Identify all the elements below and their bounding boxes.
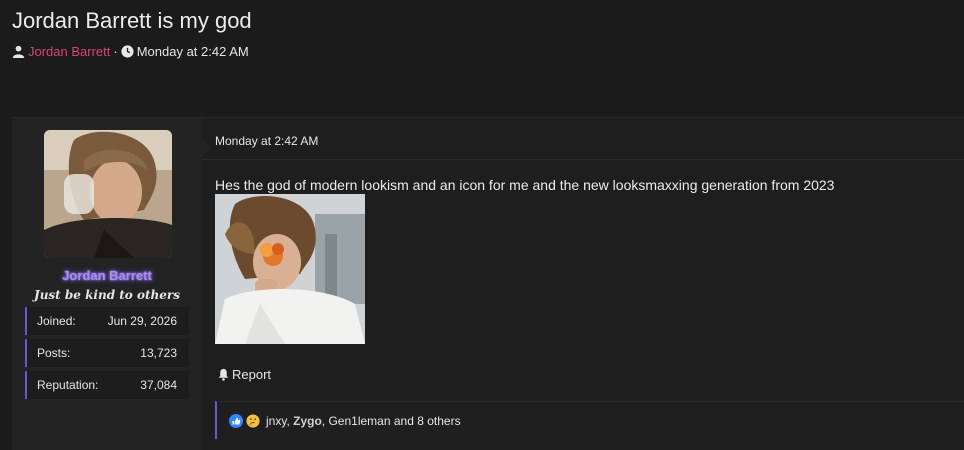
like-icon[interactable] — [229, 413, 243, 428]
thinking-face-icon[interactable] — [246, 413, 260, 428]
post-date[interactable]: Monday at 2:42 AM — [215, 134, 318, 148]
stat-label: Joined: — [37, 314, 76, 328]
post: Jordan Barrett Just be kind to others Jo… — [12, 117, 964, 450]
thread-author-link[interactable]: Jordan Barrett — [28, 44, 110, 59]
stat-reputation: Reputation: 37,084 — [25, 371, 189, 399]
stat-label: Reputation: — [37, 378, 99, 392]
stat-value: 37,084 — [140, 378, 177, 392]
stat-joined: Joined: Jun 29, 2026 — [25, 307, 189, 335]
reactor-name[interactable]: Zygo — [293, 414, 322, 428]
thread-meta: Jordan Barrett · Monday at 2:42 AM — [12, 44, 249, 59]
clock-icon — [121, 45, 134, 58]
user-info-panel: Jordan Barrett Just be kind to others Jo… — [12, 118, 202, 450]
username[interactable]: Jordan Barrett — [12, 268, 202, 283]
report-label: Report — [232, 367, 272, 382]
post-text: Hes the god of modern lookism and an ico… — [215, 177, 835, 193]
bell-icon — [218, 368, 229, 381]
reaction-bar: jnxy, Zygo, Gen1leman and 8 others — [215, 401, 964, 439]
stat-label: Posts: — [37, 346, 71, 360]
reactor-name[interactable]: Gen1leman — [328, 414, 390, 428]
avatar[interactable] — [44, 130, 172, 258]
reactor-name[interactable]: jnxy — [266, 414, 286, 428]
stat-posts: Posts: 13,723 — [25, 339, 189, 367]
stat-value: Jun 29, 2026 — [107, 314, 177, 328]
user-icon — [12, 45, 25, 58]
thread-time[interactable]: Monday at 2:42 AM — [137, 44, 249, 59]
report-button[interactable]: Report — [217, 367, 271, 382]
thread-title: Jordan Barrett is my god — [12, 8, 252, 33]
reactors-list[interactable]: jnxy, Zygo, Gen1leman and 8 others — [266, 414, 461, 428]
divider — [202, 159, 964, 160]
post-image[interactable] — [215, 194, 365, 344]
user-title: Just be kind to others — [34, 288, 180, 302]
reactor-others[interactable]: and 8 others — [391, 414, 461, 428]
post-arrow — [202, 138, 211, 156]
stat-value: 13,723 — [140, 346, 177, 360]
meta-separator: · — [113, 44, 118, 59]
